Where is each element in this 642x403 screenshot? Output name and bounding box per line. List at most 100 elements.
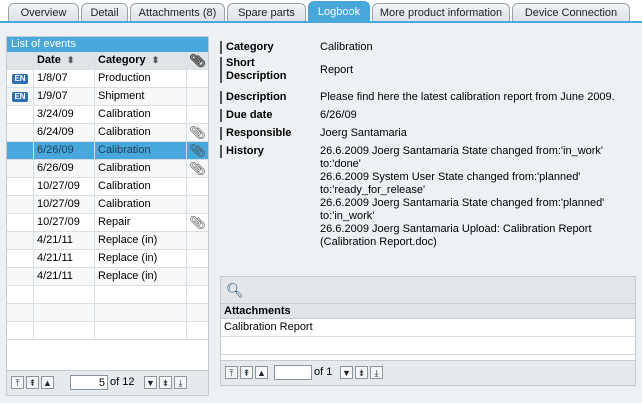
row-date: 10/27/09 — [34, 196, 95, 213]
row-category: Calibration — [95, 196, 187, 213]
next-page-button[interactable]: ▼ — [340, 366, 353, 379]
responsible-label: Responsible — [220, 127, 312, 140]
page-number-input[interactable] — [70, 375, 108, 390]
paperclip-icon[interactable]: 📎︎ — [189, 215, 206, 230]
attachment-empty-row — [221, 337, 635, 355]
row-select-cell[interactable] — [7, 178, 34, 195]
row-category: Replace (in) — [95, 232, 187, 249]
table-row[interactable]: 6/24/09 Calibration 📎︎ — [7, 124, 208, 142]
table-row[interactable]: 10/27/09 Calibration — [7, 178, 208, 196]
header-category[interactable]: Category ⬍ — [95, 52, 187, 69]
row-select-cell[interactable] — [7, 250, 34, 267]
table-row[interactable]: 4/21/11 Replace (in) — [7, 268, 208, 286]
next-page-group-button[interactable]: ⇟ — [355, 366, 368, 379]
table-row[interactable]: 3/24/09 Calibration — [7, 106, 208, 124]
row-select-cell[interactable]: EN — [7, 70, 34, 87]
previous-page-group-button[interactable]: ⇞ — [240, 366, 253, 379]
row-attachment-cell[interactable]: 📎︎ — [187, 124, 208, 141]
tab-device-connection[interactable]: Device Connection — [512, 3, 630, 22]
row-date: 10/27/09 — [34, 214, 95, 231]
table-row[interactable]: 6/26/09 Calibration 📎︎ — [7, 160, 208, 178]
table-row[interactable]: EN 1/8/07 Production — [7, 70, 208, 88]
row-category: Repair — [95, 214, 187, 231]
row-attachment-cell[interactable]: 📎︎ — [187, 160, 208, 177]
table-row[interactable]: 10/27/09 Calibration — [7, 196, 208, 214]
attachment-item[interactable]: Calibration Report — [221, 319, 635, 337]
sort-icon[interactable]: ⬍ — [152, 55, 160, 65]
paperclip-icon: 📎︎ — [189, 53, 206, 68]
category-value: Calibration — [320, 41, 373, 53]
row-select-cell[interactable] — [7, 214, 34, 231]
table-row[interactable]: 10/27/09 Repair 📎︎ — [7, 214, 208, 232]
language-en-icon: EN — [12, 92, 28, 102]
row-select-cell[interactable] — [7, 160, 34, 177]
events-pager: ⤒ ⇞ ▲ of 12 ▼ ⇟ ⤓ — [7, 370, 208, 395]
row-select-cell[interactable] — [7, 232, 34, 249]
row-select-cell[interactable]: EN — [7, 88, 34, 105]
tab-logbook[interactable]: Logbook — [308, 1, 370, 22]
row-date: 4/21/11 — [34, 268, 95, 285]
row-date: 4/21/11 — [34, 232, 95, 249]
header-attachment: 📎︎ — [187, 52, 208, 69]
page-count-text: of 12 — [110, 376, 135, 388]
table-row[interactable]: 6/26/09 Calibration 📎︎ — [7, 142, 208, 160]
last-page-button[interactable]: ⤓ — [174, 376, 187, 389]
row-attachment-cell — [187, 250, 208, 267]
row-select-cell[interactable] — [7, 142, 34, 159]
table-row-empty — [7, 322, 208, 340]
first-page-button[interactable]: ⤒ — [225, 366, 238, 379]
row-select-cell[interactable] — [7, 196, 34, 213]
row-attachment-cell — [187, 178, 208, 195]
row-date: 6/24/09 — [34, 124, 95, 141]
row-category: Calibration — [95, 178, 187, 195]
row-attachment-cell[interactable]: 📎︎ — [187, 142, 208, 159]
row-attachment-cell — [187, 196, 208, 213]
category-label: Category — [220, 41, 312, 54]
row-category: Calibration — [95, 106, 187, 123]
header-date[interactable]: Date ⬍ — [34, 52, 95, 69]
tab-overview[interactable]: Overview — [8, 3, 79, 22]
next-page-button[interactable]: ▼ — [144, 376, 157, 389]
events-title: List of events — [7, 37, 208, 52]
row-attachment-cell — [187, 88, 208, 105]
tab-more-product-information[interactable]: More product information — [372, 3, 510, 22]
row-attachment-cell — [187, 106, 208, 123]
tab-spare-parts[interactable]: Spare parts — [227, 3, 306, 22]
row-select-cell[interactable] — [7, 106, 34, 123]
tab-attachments[interactable]: Attachments (8) — [130, 3, 225, 22]
magnifier-icon[interactable]: 🔍︎ — [226, 282, 244, 299]
row-attachment-cell — [187, 232, 208, 249]
table-row[interactable]: EN 1/9/07 Shipment — [7, 88, 208, 106]
due-date-label: Due date — [220, 109, 312, 122]
sort-icon[interactable]: ⬍ — [67, 55, 75, 65]
events-table: List of events Date ⬍ Category ⬍ 📎︎ EN 1/8/… — [6, 36, 209, 396]
row-date: 6/26/09 — [34, 160, 95, 177]
tab-detail[interactable]: Detail — [81, 3, 128, 22]
previous-page-button[interactable]: ▲ — [41, 376, 54, 389]
first-page-button[interactable]: ⤒ — [11, 376, 24, 389]
page-number-input[interactable] — [274, 365, 312, 380]
paperclip-icon[interactable]: 📎︎ — [189, 143, 206, 158]
attachments-pager: ⤒ ⇞ ▲ of 1 ▼ ⇟ ⤓ — [221, 360, 635, 385]
row-category: Replace (in) — [95, 268, 187, 285]
previous-page-button[interactable]: ▲ — [255, 366, 268, 379]
previous-page-group-button[interactable]: ⇞ — [26, 376, 39, 389]
row-select-cell[interactable] — [7, 124, 34, 141]
row-attachment-cell[interactable]: 📎︎ — [187, 214, 208, 231]
table-row[interactable]: 4/21/11 Replace (in) — [7, 250, 208, 268]
row-category: Shipment — [95, 88, 187, 105]
row-category: Calibration — [95, 160, 187, 177]
attachments-header: Attachments — [221, 304, 635, 319]
events-header-row: Date ⬍ Category ⬍ 📎︎ — [7, 52, 208, 70]
description-label: Description — [220, 91, 312, 104]
row-category: Production — [95, 70, 187, 87]
next-page-group-button[interactable]: ⇟ — [159, 376, 172, 389]
paperclip-icon[interactable]: 📎︎ — [189, 161, 206, 176]
paperclip-icon[interactable]: 📎︎ — [189, 125, 206, 140]
history-value: 26.6.2009 Joerg Santamaria State changed… — [320, 145, 605, 248]
row-date: 1/8/07 — [34, 70, 95, 87]
table-row[interactable]: 4/21/11 Replace (in) — [7, 232, 208, 250]
row-select-cell[interactable] — [7, 268, 34, 285]
table-row-empty — [7, 286, 208, 304]
last-page-button[interactable]: ⤓ — [370, 366, 383, 379]
